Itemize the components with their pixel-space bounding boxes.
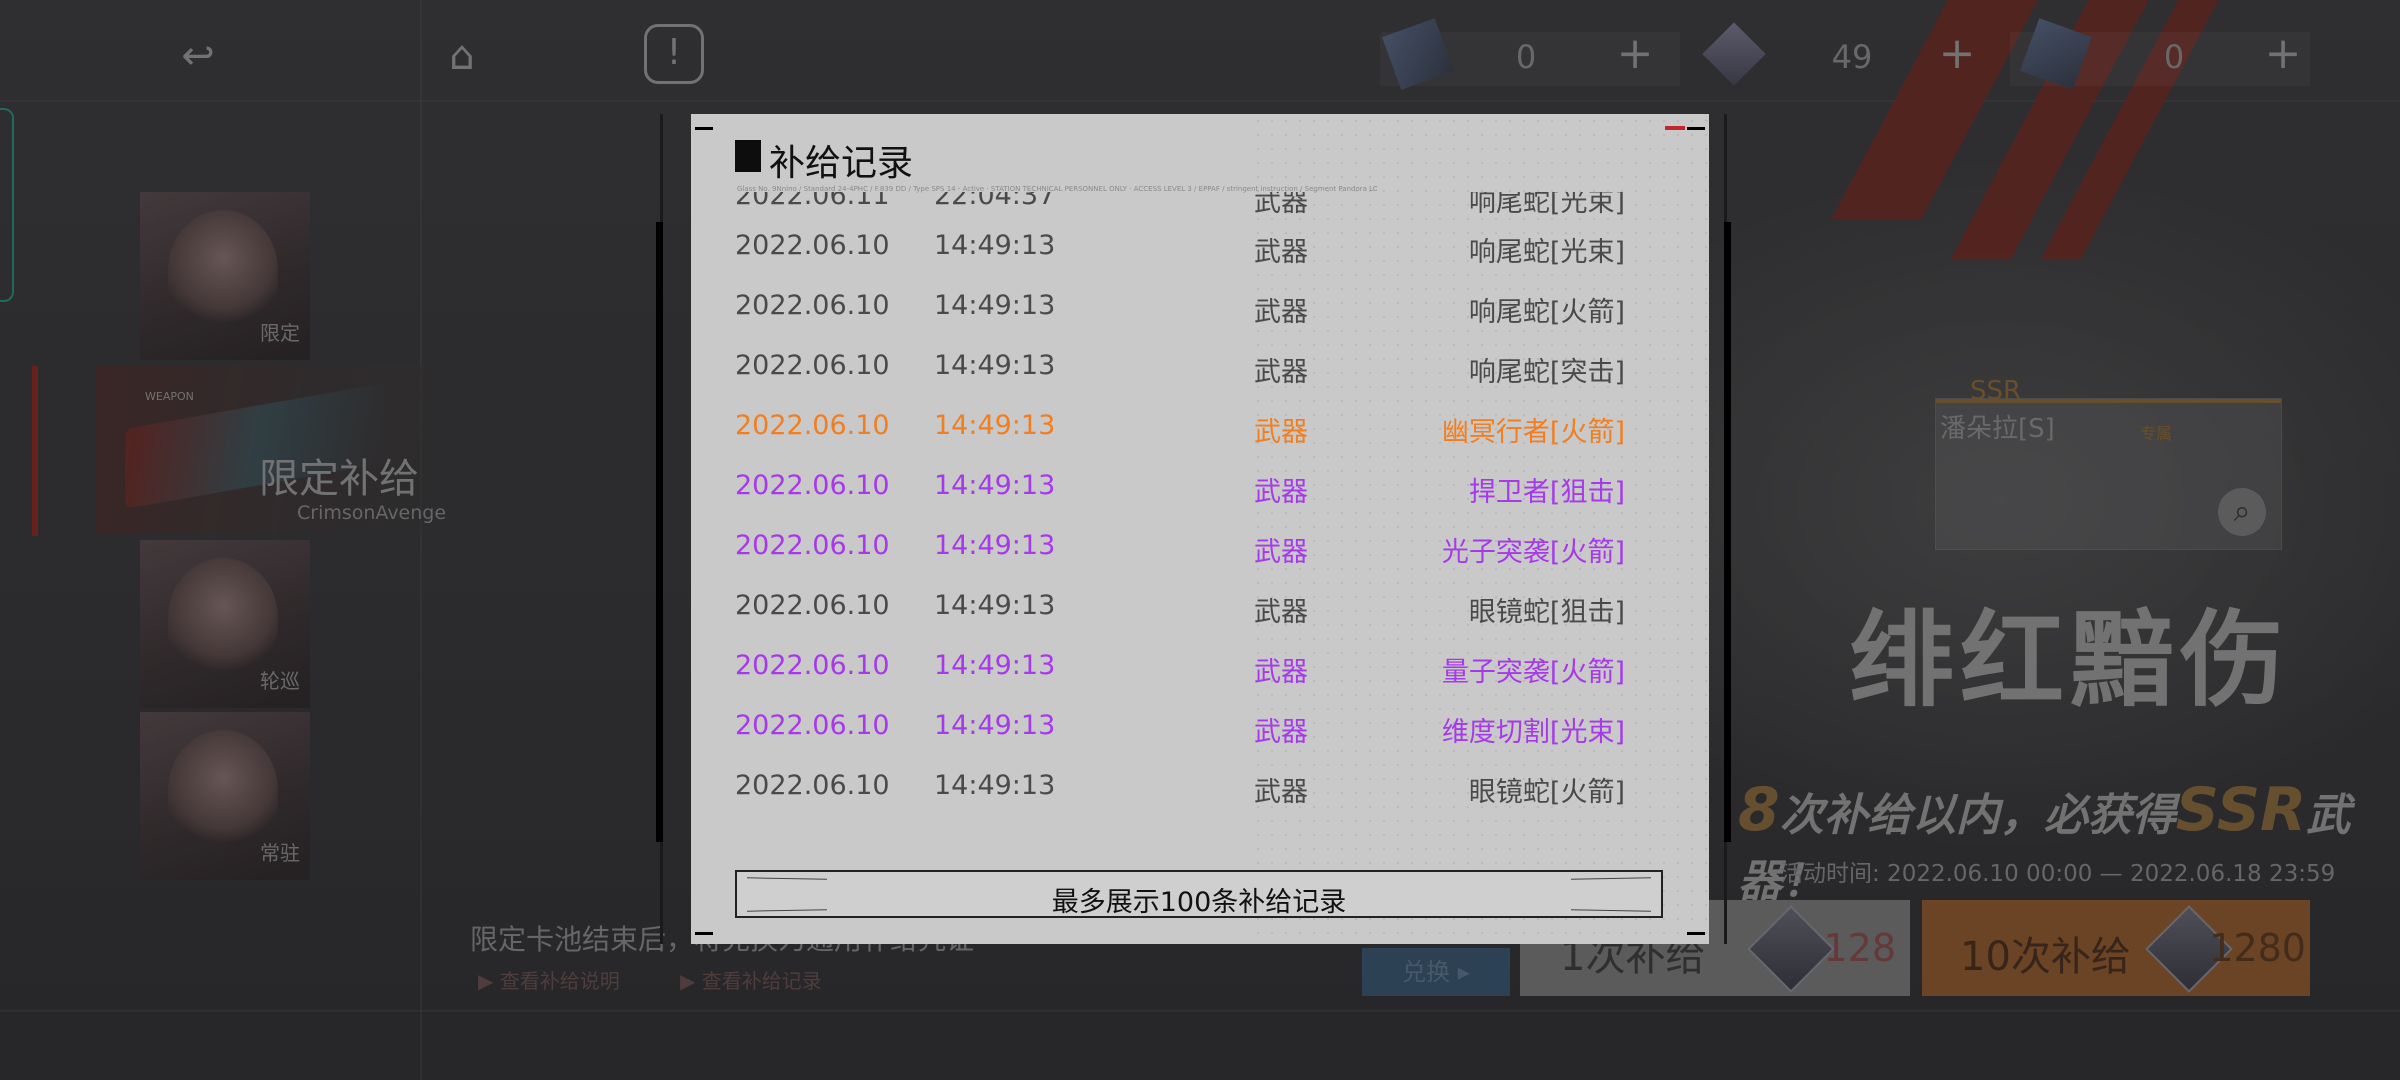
- record-date: 2022.06.10: [735, 290, 890, 321]
- record-date: 2022.06.10: [735, 230, 890, 261]
- record-time: 14:49:13: [934, 590, 1056, 621]
- record-time: 14:49:13: [934, 470, 1056, 501]
- record-row: 2022.06.10 14:49:13 武器 眼镜蛇[狙击]: [691, 590, 1709, 630]
- record-date: 2022.06.10: [735, 650, 890, 681]
- record-time: 14:49:13: [934, 530, 1056, 561]
- record-item-name: 眼镜蛇[火箭]: [1468, 777, 1625, 808]
- title-marker: [735, 140, 761, 172]
- record-item-name: 响尾蛇[突击]: [1468, 357, 1625, 388]
- record-row: 2022.06.10 14:49:13 武器 捍卫者[狙击]: [691, 470, 1709, 510]
- record-type: 武器: [1254, 417, 1308, 448]
- record-row: 2022.06.10 14:49:13 武器 眼镜蛇[火箭]: [691, 770, 1709, 810]
- record-row: 2022.06.10 14:49:13 武器 响尾蛇[突击]: [691, 350, 1709, 390]
- record-row: 2022.06.10 14:49:13 武器 光子突袭[火箭]: [691, 530, 1709, 570]
- record-item-name: 维度切割[光束]: [1441, 717, 1625, 748]
- close-icon[interactable]: [1665, 126, 1685, 130]
- record-type: 武器: [1254, 537, 1308, 568]
- record-row: 2022.06.10 14:49:13 武器 维度切割[光束]: [691, 710, 1709, 750]
- record-time: 14:49:13: [934, 770, 1056, 801]
- record-item-name: 光子突袭[火箭]: [1441, 537, 1625, 568]
- record-row: 2022.06.10 14:49:13 武器 响尾蛇[光束]: [691, 230, 1709, 270]
- record-type: 武器: [1254, 717, 1308, 748]
- record-item-name: 响尾蛇[火箭]: [1468, 297, 1625, 328]
- record-time: 14:49:13: [934, 290, 1056, 321]
- record-type: 武器: [1254, 192, 1308, 218]
- record-list[interactable]: 2022.06.11 22:04:37 武器 响尾蛇[光束] 2022.06.1…: [691, 192, 1709, 872]
- record-row: 2022.06.10 14:49:13 武器 量子突袭[火箭]: [691, 650, 1709, 690]
- record-limit-notice: 最多展示100条补给记录: [735, 870, 1663, 918]
- record-row: 2022.06.11 22:04:37 武器 响尾蛇[光束]: [691, 192, 1709, 220]
- record-limit-text: 最多展示100条补给记录: [1051, 887, 1347, 918]
- record-type: 武器: [1254, 777, 1308, 808]
- record-date: 2022.06.10: [735, 410, 890, 441]
- frame-corner: [695, 127, 713, 130]
- frame-corner: [1687, 127, 1705, 130]
- record-time: 14:49:13: [934, 230, 1056, 261]
- modal-frame-line: [656, 222, 663, 842]
- record-date: 2022.06.10: [735, 530, 890, 561]
- record-item-name: 幽冥行者[火箭]: [1441, 417, 1625, 448]
- record-type: 武器: [1254, 477, 1308, 508]
- frame-corner: [1687, 932, 1705, 935]
- record-date: 2022.06.10: [735, 770, 890, 801]
- record-item-name: 响尾蛇[光束]: [1468, 237, 1625, 268]
- record-time: 14:49:13: [934, 350, 1056, 381]
- frame-corner: [695, 932, 713, 935]
- record-type: 武器: [1254, 297, 1308, 328]
- record-item-name: 响尾蛇[光束]: [1468, 192, 1625, 218]
- record-date: 2022.06.10: [735, 470, 890, 501]
- record-item-name: 捍卫者[狙击]: [1468, 477, 1625, 508]
- modal-frame-line: [1724, 222, 1731, 842]
- record-type: 武器: [1254, 597, 1308, 628]
- dialog-title: 补给记录: [769, 143, 914, 184]
- record-row: 2022.06.10 14:49:13 武器 幽冥行者[火箭]: [691, 410, 1709, 450]
- record-time: 14:49:13: [934, 710, 1056, 741]
- record-time: 22:04:37: [934, 192, 1056, 211]
- record-time: 14:49:13: [934, 650, 1056, 681]
- record-date: 2022.06.10: [735, 590, 890, 621]
- record-date: 2022.06.11: [735, 192, 890, 211]
- record-type: 武器: [1254, 237, 1308, 268]
- record-row: 2022.06.10 14:49:13 武器 响尾蛇[火箭]: [691, 290, 1709, 330]
- record-time: 14:49:13: [934, 410, 1056, 441]
- record-item-name: 量子突袭[火箭]: [1441, 657, 1625, 688]
- record-date: 2022.06.10: [735, 350, 890, 381]
- record-date: 2022.06.10: [735, 710, 890, 741]
- record-type: 武器: [1254, 657, 1308, 688]
- record-type: 武器: [1254, 357, 1308, 388]
- record-item-name: 眼镜蛇[狙击]: [1468, 597, 1625, 628]
- supply-record-dialog: 补给记录 Glass No. 9Nnino / Standard 24-4PHC…: [691, 114, 1709, 944]
